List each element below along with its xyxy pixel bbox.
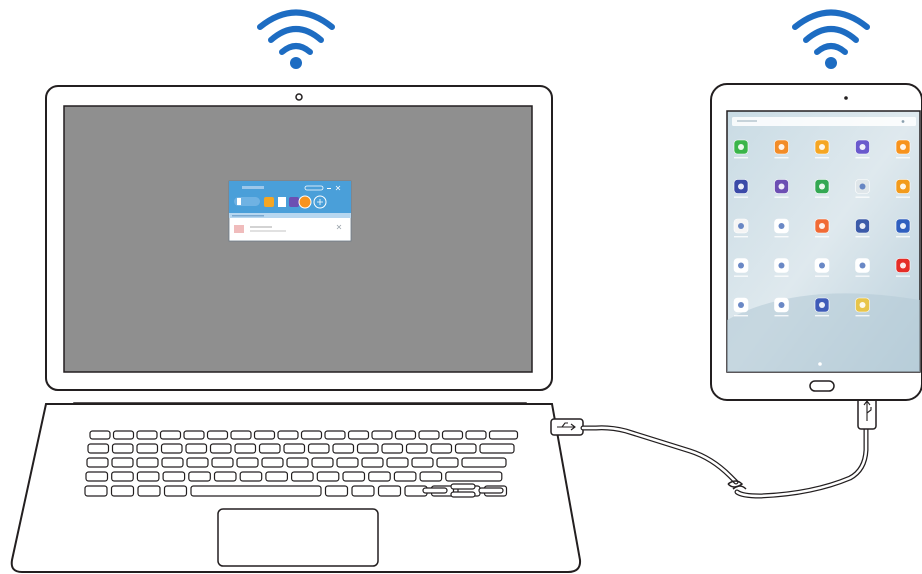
keyboard-key <box>137 485 161 497</box>
keyboard-key <box>111 443 134 454</box>
keyboard-key <box>441 430 464 440</box>
keyboard-key <box>111 471 134 482</box>
connection-diagram <box>10 9 922 573</box>
keyboard-key <box>479 443 515 454</box>
keyboard-key <box>160 443 183 454</box>
keyboard-key <box>394 430 417 440</box>
arrow-key <box>422 487 448 494</box>
tablet-home-button <box>809 380 835 392</box>
arrow-key <box>450 483 476 490</box>
keyboard-key <box>159 430 182 440</box>
keyboard-key <box>356 443 379 454</box>
keyboard-key <box>110 485 135 497</box>
keyboard-key <box>85 471 109 482</box>
favorites-icon <box>298 195 312 209</box>
keyboard-key <box>213 471 237 482</box>
keyboard-key <box>418 430 440 440</box>
sidesync-window <box>228 180 352 242</box>
keyboard-key <box>188 471 211 482</box>
tablet-search-bar <box>732 117 916 126</box>
keyboard-key <box>286 457 309 468</box>
keyboard-key <box>386 457 409 468</box>
keyboard-key <box>368 471 391 482</box>
keyboard-key <box>234 443 257 454</box>
keyboard-key <box>454 443 477 454</box>
keyboard-key <box>236 457 259 468</box>
keyboard-key <box>209 443 232 454</box>
webcam <box>295 93 303 101</box>
keyboard-key <box>347 430 370 440</box>
keyboard-key <box>300 430 323 440</box>
keyboard-key <box>136 457 159 468</box>
keyboard-key <box>405 443 428 454</box>
keyboard-key <box>239 471 263 482</box>
keyboard-key <box>324 430 346 440</box>
keyboard-key <box>393 471 417 482</box>
keyboard-key <box>283 443 306 454</box>
keyboard-key <box>136 430 158 440</box>
keyboard-key <box>381 443 404 454</box>
keyboard-key <box>185 443 208 454</box>
page-indicator <box>818 362 822 366</box>
keyboard-key <box>277 430 299 440</box>
keyboard-key <box>161 457 184 468</box>
wifi-icon <box>257 9 335 69</box>
keyboard-key <box>316 471 340 482</box>
keyboard-key <box>211 457 234 468</box>
keyboard-key <box>230 430 252 440</box>
keyboard-key <box>162 471 186 482</box>
keyboard-key <box>111 457 134 468</box>
keyboard-key <box>351 485 375 497</box>
keyboard-key <box>430 443 453 454</box>
keyboard-key <box>183 430 205 440</box>
arrow-key <box>478 487 504 494</box>
keyboard-key <box>361 457 384 468</box>
keyboard-key <box>436 457 459 468</box>
laptop <box>10 85 584 573</box>
tablet <box>710 83 922 401</box>
keyboard-key <box>186 457 209 468</box>
keyboard-key <box>411 457 434 468</box>
keyboard-key <box>445 471 503 482</box>
keyboard-key <box>311 457 334 468</box>
keyboard-key <box>307 443 330 454</box>
usb-icon <box>857 396 877 430</box>
keyboard-key <box>336 457 359 468</box>
keyboard-key <box>371 430 393 440</box>
keyboard-key <box>461 457 507 468</box>
keyboard-key <box>342 471 366 482</box>
arrow-key <box>450 491 476 498</box>
keyboard-key <box>206 430 229 440</box>
keyboard-key <box>265 471 288 482</box>
keyboard-key <box>377 485 402 497</box>
space-key <box>190 485 322 497</box>
keyboard-key <box>84 485 108 497</box>
usb-cable <box>580 425 869 499</box>
keyboard-key <box>112 430 135 440</box>
touchpad <box>217 508 379 567</box>
keyboard-key <box>419 471 443 482</box>
keyboard-key <box>488 430 519 440</box>
tablet-camera <box>844 96 848 100</box>
keyboard-key <box>163 485 188 497</box>
keyboard-key <box>465 430 487 440</box>
usb-icon <box>550 418 584 436</box>
keyboard-key <box>332 443 355 454</box>
keyboard-key <box>258 443 281 454</box>
keyboard-key <box>87 443 110 454</box>
keyboard-key <box>324 485 349 497</box>
keyboard-key <box>253 430 276 440</box>
keyboard-key <box>89 430 111 440</box>
wifi-icon <box>792 9 870 69</box>
keyboard-key <box>136 443 159 454</box>
keyboard-key <box>136 471 160 482</box>
keyboard-key <box>86 457 109 468</box>
keyboard-key <box>261 457 284 468</box>
keyboard-key <box>291 471 314 482</box>
